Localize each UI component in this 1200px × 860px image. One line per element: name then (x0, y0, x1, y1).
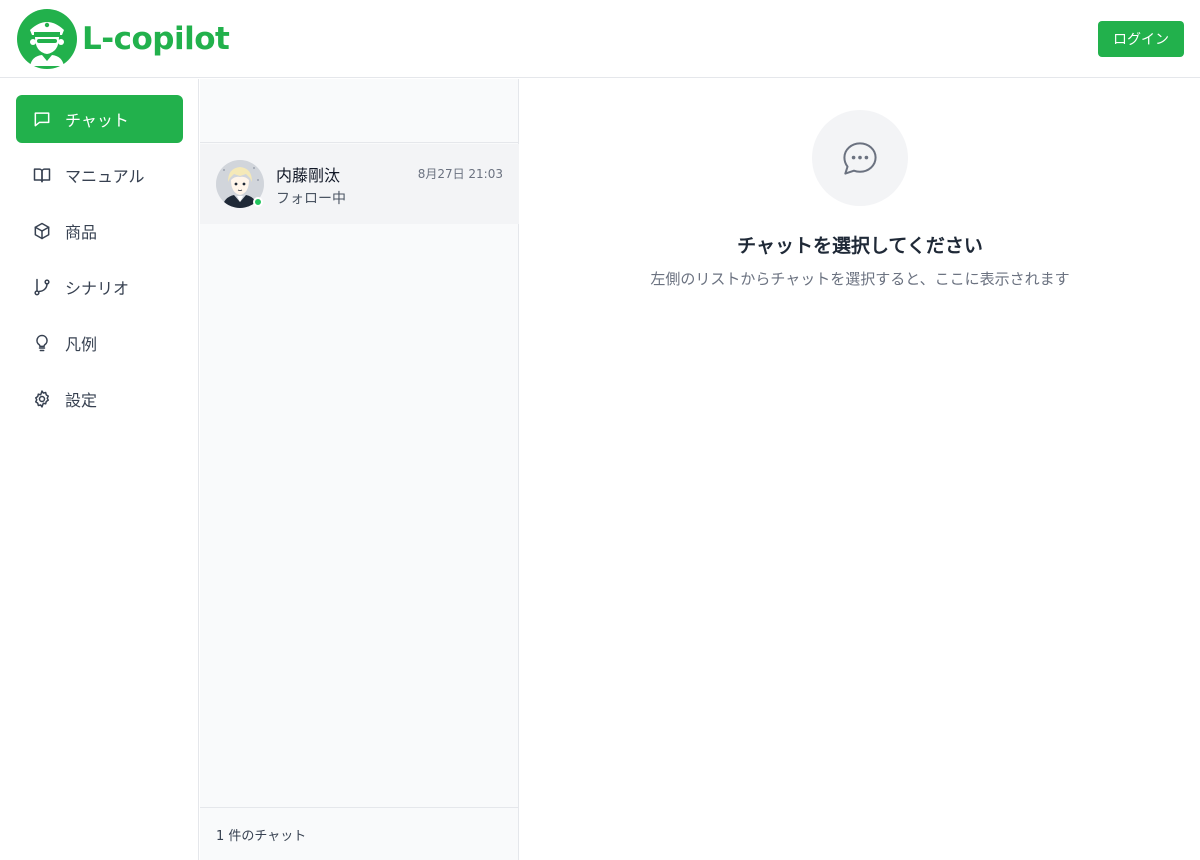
sidebar-item-chat[interactable]: チャット (16, 95, 183, 143)
box-icon (32, 221, 52, 241)
chat-count: 1 件のチャット (200, 807, 519, 860)
pilot-mascot-logo-icon (17, 9, 77, 69)
sidebar-item-label: 凡例 (65, 335, 98, 354)
sidebar-item-label: マニュアル (65, 167, 145, 186)
chat-list-panel: 内藤剛汰 8月27日 21:03 フォロー中 1 件のチャット (200, 79, 519, 860)
login-button[interactable]: ログイン (1098, 21, 1184, 57)
empty-state-subtitle: 左側のリストからチャットを選択すると、ここに表示されます (650, 270, 1070, 288)
chat-list-header (200, 79, 519, 143)
brand-logo[interactable]: L-copilot (16, 8, 230, 70)
chat-timestamp: 8月27日 21:03 (417, 167, 503, 181)
empty-state-title: チャットを選択してください (737, 235, 983, 257)
chat-bubble-icon (32, 109, 52, 129)
book-icon (32, 165, 52, 185)
chat-contact-name: 内藤剛汰 (276, 166, 341, 185)
sidebar-item-label: シナリオ (65, 279, 130, 298)
brand-name: L-copilot (82, 21, 230, 57)
chat-list-item[interactable]: 内藤剛汰 8月27日 21:03 フォロー中 (200, 144, 519, 224)
chat-dots-icon (843, 142, 877, 175)
lightbulb-icon (32, 333, 52, 353)
sidebar-item-label: チャット (65, 111, 129, 130)
chat-main-area: チャットを選択してください 左側のリストからチャットを選択すると、ここに表示され… (520, 79, 1200, 860)
sidebar-nav: チャット マニュアル 商品 シナリオ 凡例 設定 (0, 79, 199, 860)
sidebar-item-settings[interactable]: 設定 (16, 375, 183, 423)
online-status-indicator (253, 197, 263, 207)
sidebar-item-products[interactable]: 商品 (16, 207, 183, 255)
sidebar-item-legend[interactable]: 凡例 (16, 319, 183, 367)
sidebar-item-label: 設定 (65, 391, 98, 410)
empty-state-badge (812, 110, 908, 206)
branch-icon (32, 277, 52, 297)
sidebar-item-scenario[interactable]: シナリオ (16, 263, 183, 311)
gear-icon (32, 389, 52, 409)
app-header: L-copilot ログイン (0, 0, 1200, 78)
sidebar-item-manual[interactable]: マニュアル (16, 151, 183, 199)
sidebar-item-label: 商品 (65, 223, 98, 242)
chat-follow-status: フォロー中 (276, 191, 346, 207)
